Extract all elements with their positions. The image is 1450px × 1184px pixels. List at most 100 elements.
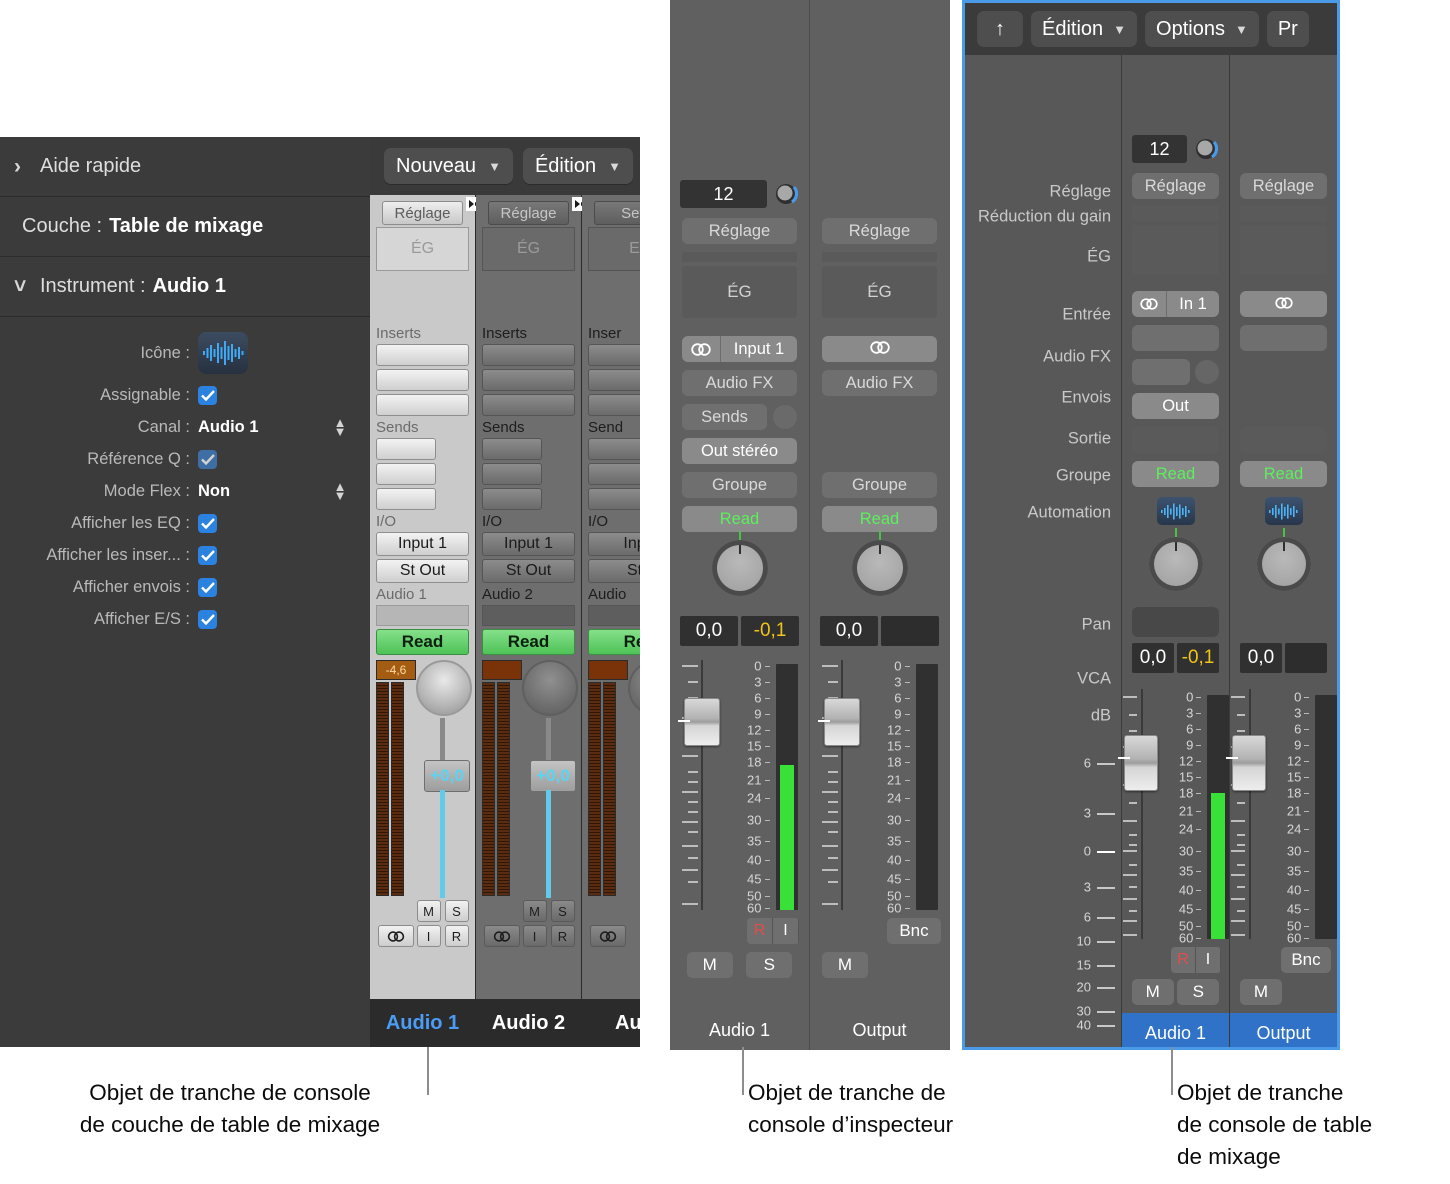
strip-name[interactable]: Aud <box>582 999 640 1047</box>
solo-button[interactable]: S <box>1177 979 1219 1005</box>
insert-slot[interactable] <box>482 344 575 366</box>
toolbar-pr-button[interactable]: Pr <box>1267 11 1309 47</box>
pan-value[interactable]: 0,0 <box>820 616 878 646</box>
mixer-strip-output[interactable]: Réglage Read <box>1229 55 1337 1050</box>
automation-button[interactable]: Read <box>1240 461 1327 487</box>
bounce-button[interactable]: Bnc <box>887 918 941 944</box>
insert-slot[interactable] <box>376 394 469 416</box>
mute-button[interactable]: M <box>1240 979 1282 1005</box>
waveform-icon[interactable] <box>1157 497 1195 525</box>
gain-knob[interactable] <box>1193 136 1219 162</box>
mute-button[interactable]: M <box>523 900 547 922</box>
eq-display[interactable] <box>1132 225 1219 275</box>
vca-slot[interactable] <box>1132 607 1219 637</box>
record-button[interactable]: R <box>1171 947 1196 973</box>
stereo-icon[interactable] <box>1132 291 1167 317</box>
gain-field[interactable]: 12 <box>680 180 799 208</box>
stereo-icon[interactable] <box>1273 295 1295 314</box>
toolbar-nouveau-button[interactable]: Nouveau ▼ <box>384 148 513 184</box>
mixer-strip-audio-1[interactable]: 12 Réglage In 1 Out Read <box>1121 55 1229 1050</box>
send-slot[interactable] <box>482 488 542 510</box>
instrument-row[interactable]: ˅ Instrument : Audio 1 <box>0 257 370 317</box>
group-button[interactable]: Groupe <box>822 472 937 498</box>
afficher-inserts-checkbox[interactable] <box>198 546 217 565</box>
gain-value[interactable]: 12 <box>1132 135 1187 163</box>
output-button[interactable]: St Out <box>482 559 575 583</box>
setting-button[interactable]: Réglage <box>1132 173 1219 199</box>
volume-fader[interactable] <box>1230 689 1268 939</box>
input-monitor-button[interactable]: I <box>773 918 799 944</box>
db-value[interactable] <box>1285 643 1327 673</box>
group-button[interactable]: Groupe <box>682 472 797 498</box>
strip-name[interactable]: Output <box>1230 1013 1337 1050</box>
output-button[interactable]: St <box>588 559 640 583</box>
fader-handle[interactable] <box>824 698 860 746</box>
setting-button[interactable]: Réglage <box>382 201 463 225</box>
pan-knob[interactable] <box>522 660 578 716</box>
strip-name[interactable]: Audio 1 <box>1122 1013 1229 1050</box>
fader-handle[interactable]: +0,0 <box>530 760 576 792</box>
eq-display[interactable]: E <box>588 227 640 271</box>
volume-fader[interactable] <box>680 660 722 910</box>
peak-value[interactable]: -4,6 <box>376 660 416 680</box>
group-slot[interactable] <box>1132 427 1219 453</box>
mode-flex-value[interactable]: Non <box>198 482 230 501</box>
reference-q-checkbox[interactable] <box>198 450 217 469</box>
gain-field[interactable]: 12 <box>1132 135 1219 163</box>
mute-button[interactable]: M <box>822 952 868 978</box>
pan-knob[interactable] <box>416 660 472 716</box>
send-level-knob[interactable] <box>773 405 797 429</box>
output-button[interactable]: St Out <box>376 559 469 583</box>
insert-slot[interactable] <box>482 369 575 391</box>
channel-strip-audio-1[interactable]: Réglage ÉG Inserts Sends I/O Input 1 St … <box>370 195 475 1047</box>
fader-area[interactable]: +0,0 <box>522 660 575 896</box>
input-button[interactable]: Input 1 <box>482 532 575 556</box>
gain-knob[interactable] <box>773 181 799 207</box>
stereo-icon[interactable] <box>484 925 520 947</box>
send-slot[interactable] <box>376 488 436 510</box>
send-slot[interactable] <box>482 438 542 460</box>
output-button[interactable]: Out <box>1132 393 1219 419</box>
eq-display[interactable] <box>1240 225 1327 275</box>
record-button[interactable]: R <box>747 918 773 944</box>
input-button[interactable]: Input 1 <box>682 336 797 362</box>
automation-button[interactable]: Read <box>822 506 937 532</box>
input-monitor-button[interactable]: I <box>1196 947 1221 973</box>
fader-area[interactable]: +0,0 <box>416 660 469 896</box>
pan-value[interactable]: 0,0 <box>1132 643 1174 673</box>
afficher-envois-checkbox[interactable] <box>198 578 217 597</box>
db-value[interactable] <box>881 616 939 646</box>
group-slot[interactable] <box>482 605 575 626</box>
audio-fx-button[interactable]: Audio FX <box>682 370 797 396</box>
pan-knob[interactable] <box>1257 537 1311 591</box>
stereo-icon[interactable] <box>868 340 892 359</box>
db-value[interactable]: -0,1 <box>1177 643 1219 673</box>
insert-slot[interactable] <box>376 344 469 366</box>
audio-fx-slot[interactable] <box>1132 325 1219 351</box>
record-button[interactable]: R <box>551 925 575 947</box>
setting-button[interactable]: Réglage <box>822 218 937 244</box>
input-button[interactable] <box>822 336 937 362</box>
insert-slot[interactable] <box>376 369 469 391</box>
solo-button[interactable]: S <box>746 952 792 978</box>
send-level-knob[interactable] <box>1195 360 1219 384</box>
quick-help-row[interactable]: › Aide rapide <box>0 137 370 197</box>
record-input-group[interactable]: R I <box>1171 947 1221 973</box>
inspector-strip-output[interactable]: Réglage ÉG Audio FX Groupe Read 0,0 <box>809 0 949 1050</box>
mute-button[interactable]: M <box>417 900 441 922</box>
output-button[interactable]: Out stéréo <box>682 438 797 464</box>
peak-value[interactable] <box>588 660 628 680</box>
toolbar-options-button[interactable]: Options ▼ <box>1145 11 1259 47</box>
canal-stepper[interactable]: ▲▼ <box>332 414 348 440</box>
mute-button[interactable]: M <box>687 952 733 978</box>
stereo-icon[interactable] <box>590 925 626 947</box>
volume-fader[interactable] <box>1122 689 1160 939</box>
send-slot[interactable] <box>588 488 640 510</box>
record-button[interactable]: R <box>445 925 469 947</box>
eq-display[interactable]: ÉG <box>482 227 575 271</box>
pan-knob[interactable] <box>852 540 908 596</box>
sends-slot[interactable] <box>1132 359 1190 385</box>
send-slot[interactable] <box>588 438 640 460</box>
send-slot[interactable] <box>588 463 640 485</box>
mode-flex-stepper[interactable]: ▲▼ <box>332 478 348 504</box>
